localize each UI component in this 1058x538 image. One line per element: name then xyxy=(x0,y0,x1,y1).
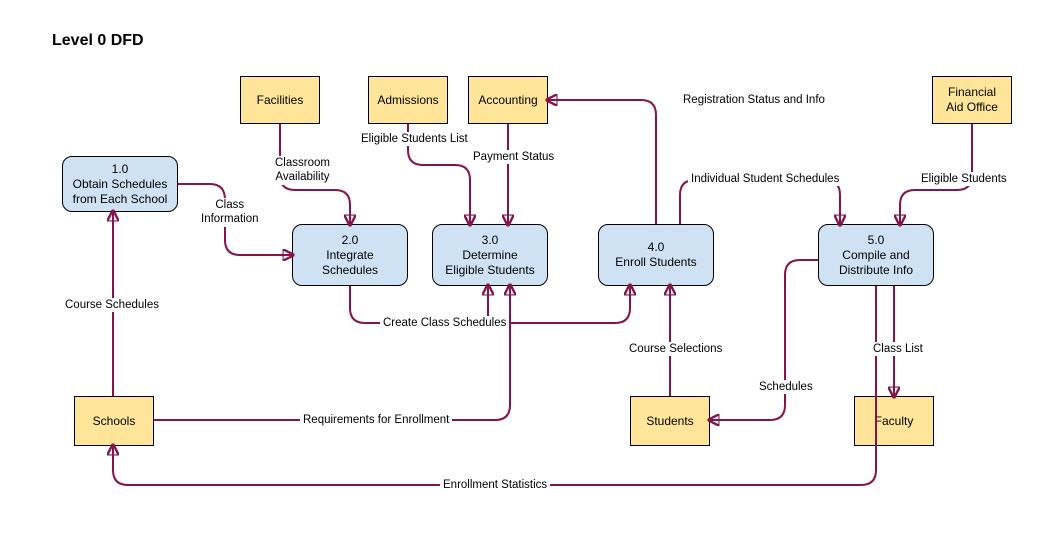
flow-label: Eligible Students xyxy=(918,172,1010,186)
process-4: 4.0 Enroll Students xyxy=(598,224,714,286)
flow-label: Payment Status xyxy=(470,150,557,164)
process-num: 5.0 xyxy=(868,233,885,248)
flow-label: Eligible Students List xyxy=(358,132,471,146)
process-label: Compile and Distribute Info xyxy=(839,248,913,278)
process-2: 2.0 Integrate Schedules xyxy=(292,224,408,286)
flow-label: Create Class Schedules xyxy=(380,316,509,330)
process-label: Determine Eligible Students xyxy=(445,248,534,278)
process-label: Integrate Schedules xyxy=(322,248,378,278)
flow-label: Classroom Availability xyxy=(272,156,333,185)
process-label: Enroll Students xyxy=(615,255,696,270)
flow-label: Individual Student Schedules xyxy=(688,172,842,186)
process-5: 5.0 Compile and Distribute Info xyxy=(818,224,934,286)
process-num: 4.0 xyxy=(648,240,665,255)
flow-label: Class List xyxy=(870,342,926,356)
entity-faculty: Faculty xyxy=(854,396,934,446)
process-num: 1.0 xyxy=(112,162,129,177)
entity-facilities: Facilities xyxy=(240,76,320,124)
flow-label: Course Schedules xyxy=(62,298,162,312)
entity-schools: Schools xyxy=(74,396,154,446)
entity-accounting: Accounting xyxy=(468,76,548,124)
process-num: 2.0 xyxy=(342,233,359,248)
flow-label: Class Information xyxy=(198,198,262,227)
flow-label: Requirements for Enrollment xyxy=(300,413,452,427)
process-1: 1.0 Obtain Schedules from Each School xyxy=(62,156,178,212)
entity-financial-aid: Financial Aid Office xyxy=(932,76,1012,124)
flow-label: Enrollment Statistics xyxy=(440,478,550,492)
flow-label: Course Selections xyxy=(626,342,725,356)
entity-students: Students xyxy=(630,396,710,446)
process-num: 3.0 xyxy=(482,233,499,248)
process-label: Obtain Schedules from Each School xyxy=(73,177,168,207)
flow-label: Registration Status and Info xyxy=(680,93,828,107)
flow-label: Schedules xyxy=(756,380,816,394)
process-3: 3.0 Determine Eligible Students xyxy=(432,224,548,286)
diagram-title: Level 0 DFD xyxy=(52,32,144,50)
entity-admissions: Admissions xyxy=(368,76,448,124)
